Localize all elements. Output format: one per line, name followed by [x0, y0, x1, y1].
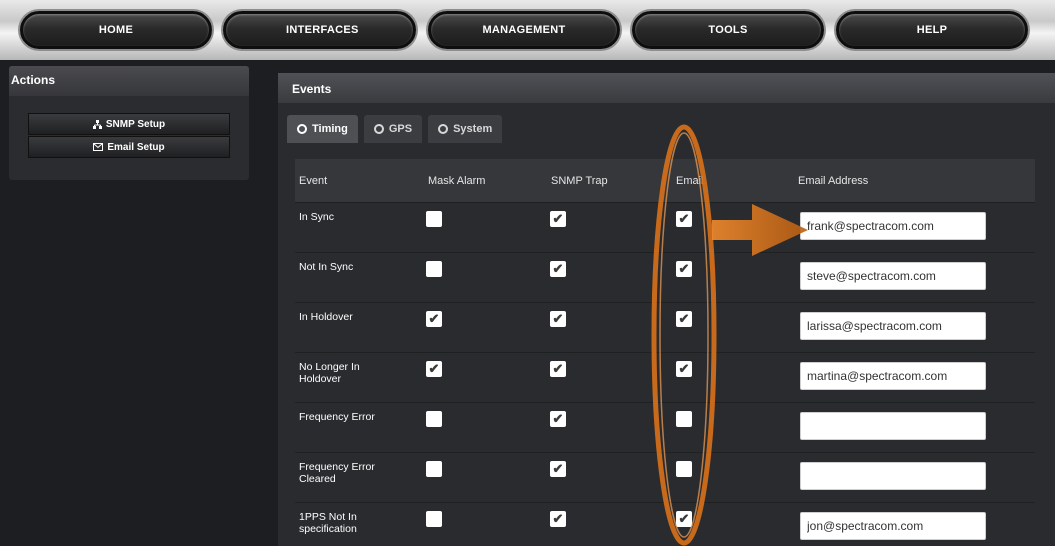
- column-header-event: Event: [299, 175, 328, 187]
- email-checkbox[interactable]: ✔: [676, 211, 692, 227]
- table-row: 1PPS Not In specification ✔ ✔: [295, 503, 1035, 546]
- event-name: 1PPS Not In specification: [299, 511, 357, 535]
- snmp-trap-checkbox[interactable]: ✔: [550, 361, 566, 377]
- email-checkbox[interactable]: ✔: [676, 361, 692, 377]
- tab-system-label: System: [453, 123, 493, 135]
- event-name: In Holdover: [299, 311, 353, 323]
- email-checkbox[interactable]: [676, 411, 692, 427]
- snmp-trap-checkbox[interactable]: ✔: [550, 511, 566, 527]
- nav-help-button[interactable]: HELP: [836, 11, 1028, 49]
- nav-management-button[interactable]: MANAGEMENT: [428, 11, 620, 49]
- mask-alarm-checkbox[interactable]: ✔: [426, 311, 442, 327]
- snmp-setup-label: SNMP Setup: [105, 118, 166, 130]
- mask-alarm-checkbox[interactable]: ✔: [426, 361, 442, 377]
- snmp-trap-checkbox[interactable]: ✔: [550, 211, 566, 227]
- event-tabs: Timing GPS System: [287, 115, 503, 145]
- table-header-row: Event Mask Alarm SNMP Trap Email Email A…: [295, 159, 1035, 203]
- network-icon: [92, 119, 102, 129]
- email-address-field[interactable]: [800, 512, 986, 540]
- email-setup-button[interactable]: Email Setup: [28, 136, 230, 158]
- email-address-field[interactable]: [800, 412, 986, 440]
- tab-gps[interactable]: GPS: [363, 115, 423, 143]
- events-table: Event Mask Alarm SNMP Trap Email Email A…: [295, 159, 1035, 546]
- tab-timing-label: Timing: [312, 123, 348, 135]
- table-row: In Sync ✔ ✔: [295, 203, 1035, 253]
- table-row: Frequency Error Cleared ✔: [295, 453, 1035, 503]
- globe-icon: [373, 124, 384, 134]
- email-address-field[interactable]: [800, 262, 986, 290]
- snmp-trap-checkbox[interactable]: ✔: [550, 411, 566, 427]
- globe-icon: [438, 124, 449, 134]
- actions-title: Actions: [9, 66, 249, 96]
- table-row: Frequency Error ✔: [295, 403, 1035, 453]
- column-header-snmp-trap: SNMP Trap: [551, 175, 608, 187]
- table-row: Not In Sync ✔ ✔: [295, 253, 1035, 303]
- email-address-field[interactable]: [800, 212, 986, 240]
- mask-alarm-checkbox[interactable]: [426, 411, 442, 427]
- snmp-setup-button[interactable]: SNMP Setup: [28, 113, 230, 135]
- event-name: In Sync: [299, 211, 335, 223]
- snmp-trap-checkbox[interactable]: ✔: [550, 311, 566, 327]
- nav-home-button[interactable]: HOME: [20, 11, 212, 49]
- column-header-email: Email: [676, 175, 704, 187]
- events-title: Events: [278, 73, 1055, 103]
- column-header-mask-alarm: Mask Alarm: [428, 175, 486, 187]
- email-checkbox[interactable]: ✔: [676, 261, 692, 277]
- email-address-field[interactable]: [800, 462, 986, 490]
- mask-alarm-checkbox[interactable]: [426, 461, 442, 477]
- event-name: Frequency Error: [299, 411, 375, 423]
- email-checkbox[interactable]: ✔: [676, 311, 692, 327]
- email-checkbox[interactable]: ✔: [676, 511, 692, 527]
- nav-interfaces-button[interactable]: INTERFACES: [223, 11, 416, 49]
- envelope-icon: [93, 143, 104, 151]
- tab-gps-label: GPS: [388, 123, 413, 135]
- actions-panel: Actions SNMP Setup Email Setup: [9, 66, 249, 180]
- table-body: In Sync✔✔Not In Sync✔✔In Holdover✔✔✔No L…: [295, 203, 1035, 546]
- snmp-trap-checkbox[interactable]: ✔: [550, 261, 566, 277]
- tab-timing[interactable]: Timing: [287, 115, 358, 143]
- nav-tools-button[interactable]: TOOLS: [632, 11, 824, 49]
- tab-system[interactable]: System: [428, 115, 503, 143]
- event-name: No Longer In Holdover: [299, 361, 360, 385]
- mask-alarm-checkbox[interactable]: [426, 211, 442, 227]
- column-header-email-address: Email Address: [798, 175, 869, 187]
- mask-alarm-checkbox[interactable]: [426, 261, 442, 277]
- event-name: Frequency Error Cleared: [299, 461, 375, 485]
- events-panel: Events Timing GPS System Event Mask Alar…: [278, 73, 1055, 546]
- event-name: Not In Sync: [299, 261, 354, 273]
- email-setup-label: Email Setup: [107, 141, 165, 153]
- table-row: In Holdover ✔ ✔ ✔: [295, 303, 1035, 353]
- email-checkbox[interactable]: [676, 461, 692, 477]
- email-address-field[interactable]: [800, 362, 986, 390]
- mask-alarm-checkbox[interactable]: [426, 511, 442, 527]
- clock-icon: [297, 124, 307, 134]
- top-nav-bar: HOME INTERFACES MANAGEMENT TOOLS HELP: [0, 0, 1055, 60]
- snmp-trap-checkbox[interactable]: ✔: [550, 461, 566, 477]
- table-row: No Longer In Holdover ✔ ✔ ✔: [295, 353, 1035, 403]
- email-address-field[interactable]: [800, 312, 986, 340]
